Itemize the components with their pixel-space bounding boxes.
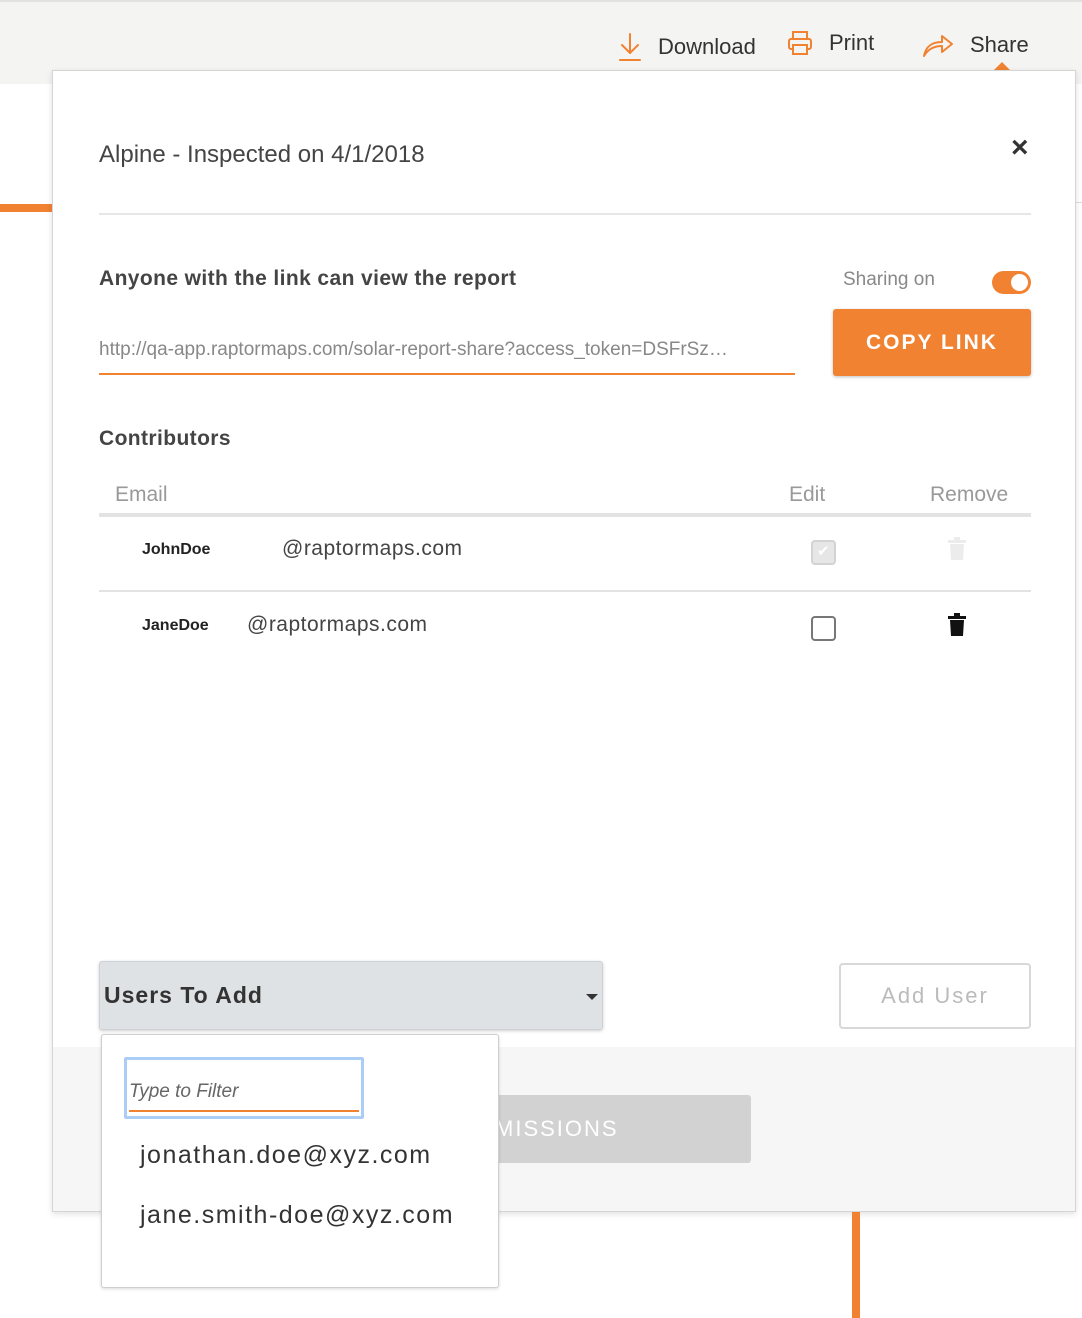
users-dropdown-menu: jonathan.doe@xyz.com jane.smith-doe@xyz.… [101, 1034, 499, 1288]
add-user-button[interactable]: Add User [839, 963, 1031, 1029]
user-option[interactable]: jonathan.doe@xyz.com [140, 1141, 432, 1170]
edit-checkbox[interactable] [811, 616, 836, 641]
contributor-email: @raptormaps.com [282, 537, 463, 560]
close-icon[interactable]: × [1011, 133, 1029, 163]
share-icon [923, 35, 953, 57]
sharing-toggle-label: Sharing on [843, 269, 935, 290]
caret-down-icon [586, 994, 598, 1000]
sharing-toggle[interactable] [992, 271, 1031, 294]
share-button[interactable]: Share [922, 32, 1029, 58]
users-to-add-label: Users To Add [104, 982, 263, 1008]
background-divider [1076, 202, 1082, 203]
contributor-email: @raptormaps.com [247, 613, 428, 636]
contributor-name: JaneDoe [142, 617, 209, 634]
report-page: Download Print Share Alpine - Inspected … [0, 0, 1082, 1318]
download-label: Download [658, 34, 756, 59]
copy-link-button[interactable]: COPY LINK [833, 309, 1031, 376]
trash-icon [948, 537, 966, 560]
sharing-toggle-knob [1011, 274, 1028, 291]
column-header-remove: Remove [930, 483, 1009, 506]
edit-checkbox [811, 540, 836, 565]
column-header-edit: Edit [789, 483, 826, 506]
users-to-add-select[interactable]: Users To Add [99, 961, 603, 1030]
table-header-divider [99, 513, 1031, 517]
download-icon [619, 33, 641, 61]
print-button[interactable]: Print [787, 30, 874, 56]
print-label: Print [829, 30, 875, 55]
title-divider [99, 213, 1031, 215]
trash-icon[interactable] [947, 613, 967, 637]
contributor-name: JohnDoe [142, 541, 211, 558]
user-option[interactable]: jane.smith-doe@xyz.com [140, 1201, 454, 1230]
download-button[interactable]: Download [618, 32, 756, 62]
filter-input[interactable] [129, 1074, 359, 1112]
share-link-field[interactable]: http://qa-app.raptormaps.com/solar-repor… [99, 329, 795, 375]
link-section-heading: Anyone with the link can view the report [99, 267, 517, 290]
share-label: Share [970, 32, 1029, 57]
contributors-heading: Contributors [99, 427, 231, 450]
background-accent-bar [0, 204, 52, 212]
background-accent-line [852, 1212, 860, 1318]
row-divider [99, 590, 1031, 592]
column-header-email: Email [115, 483, 168, 506]
dialog-title: Alpine - Inspected on 4/1/2018 [99, 141, 425, 168]
filter-focus-ring [124, 1057, 364, 1119]
print-icon [788, 31, 812, 55]
